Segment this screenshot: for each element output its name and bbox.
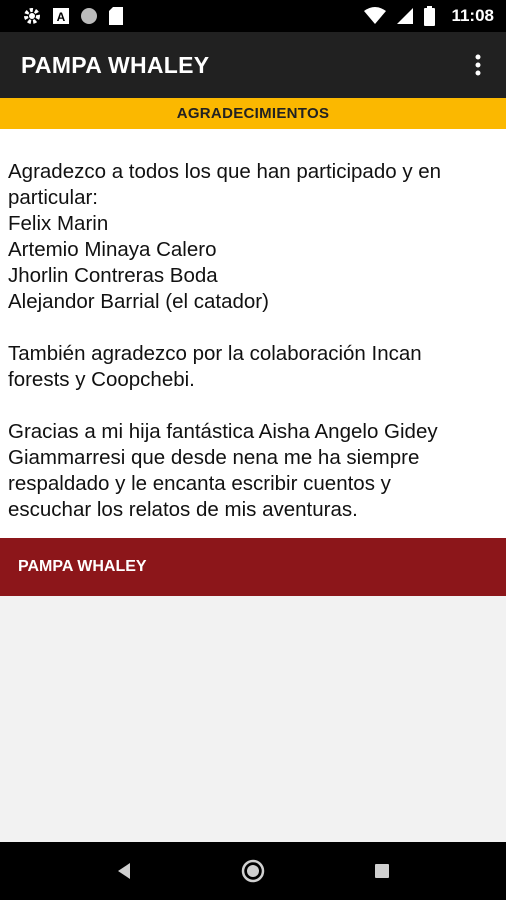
text-line: particular: — [8, 186, 99, 209]
battery-icon — [424, 6, 436, 26]
section-header: AGRADECIMIENTOS — [0, 98, 506, 129]
status-left-icons: A — [22, 6, 124, 26]
signal-icon — [396, 7, 414, 25]
app-title: PAMPA WHALEY — [21, 51, 210, 78]
text-line: escuchar los relatos de mis aventuras. — [8, 498, 358, 521]
text-line: Felix Marin — [8, 212, 109, 235]
recents-icon[interactable] — [362, 851, 402, 891]
more-vert-icon[interactable] — [466, 50, 490, 80]
back-icon[interactable] — [104, 851, 144, 891]
home-icon[interactable] — [233, 851, 273, 891]
a-box-icon: A — [52, 7, 70, 25]
status-right-icons: 11:08 — [364, 6, 494, 26]
sd-card-icon — [108, 6, 124, 26]
navigation-bar — [0, 842, 506, 900]
text-line: respaldado y le encanta escribir cuentos… — [8, 472, 391, 495]
circle-icon — [80, 7, 98, 25]
text-line: Alejandor Barrial (el catador) — [8, 290, 269, 313]
app-bar: PAMPA WHALEY — [0, 32, 506, 98]
text-line: Artemio Minaya Calero — [8, 238, 217, 261]
text-line: Giammarresi que desde nena me ha siempre — [8, 446, 420, 469]
text-line: También agradezco por la colaboración In… — [8, 342, 422, 365]
paragraph-daughter: Gracias a mi hija fantástica Aisha Angel… — [8, 419, 496, 523]
paragraph-intro: Agradezco a todos los que han participad… — [8, 159, 496, 315]
text-line: forests y Coopchebi. — [8, 368, 195, 391]
footer-banner[interactable]: PAMPA WHALEY — [0, 538, 506, 596]
footer-label: PAMPA WHALEY — [18, 558, 147, 575]
status-time: 11:08 — [451, 6, 494, 25]
acknowledgements-content: Agradezco a todos los que han participad… — [0, 129, 506, 538]
svg-text:A: A — [57, 10, 66, 24]
paragraph-collaboration: También agradezco por la colaboración In… — [8, 341, 496, 393]
status-bar: A 11:08 — [0, 0, 506, 32]
gear-icon — [22, 6, 42, 26]
text-line: Gracias a mi hija fantástica Aisha Angel… — [8, 420, 438, 443]
text-line: Agradezco a todos los que han participad… — [8, 160, 442, 183]
wifi-icon — [364, 7, 387, 25]
text-line: Jhorlin Contreras Boda — [8, 264, 218, 287]
